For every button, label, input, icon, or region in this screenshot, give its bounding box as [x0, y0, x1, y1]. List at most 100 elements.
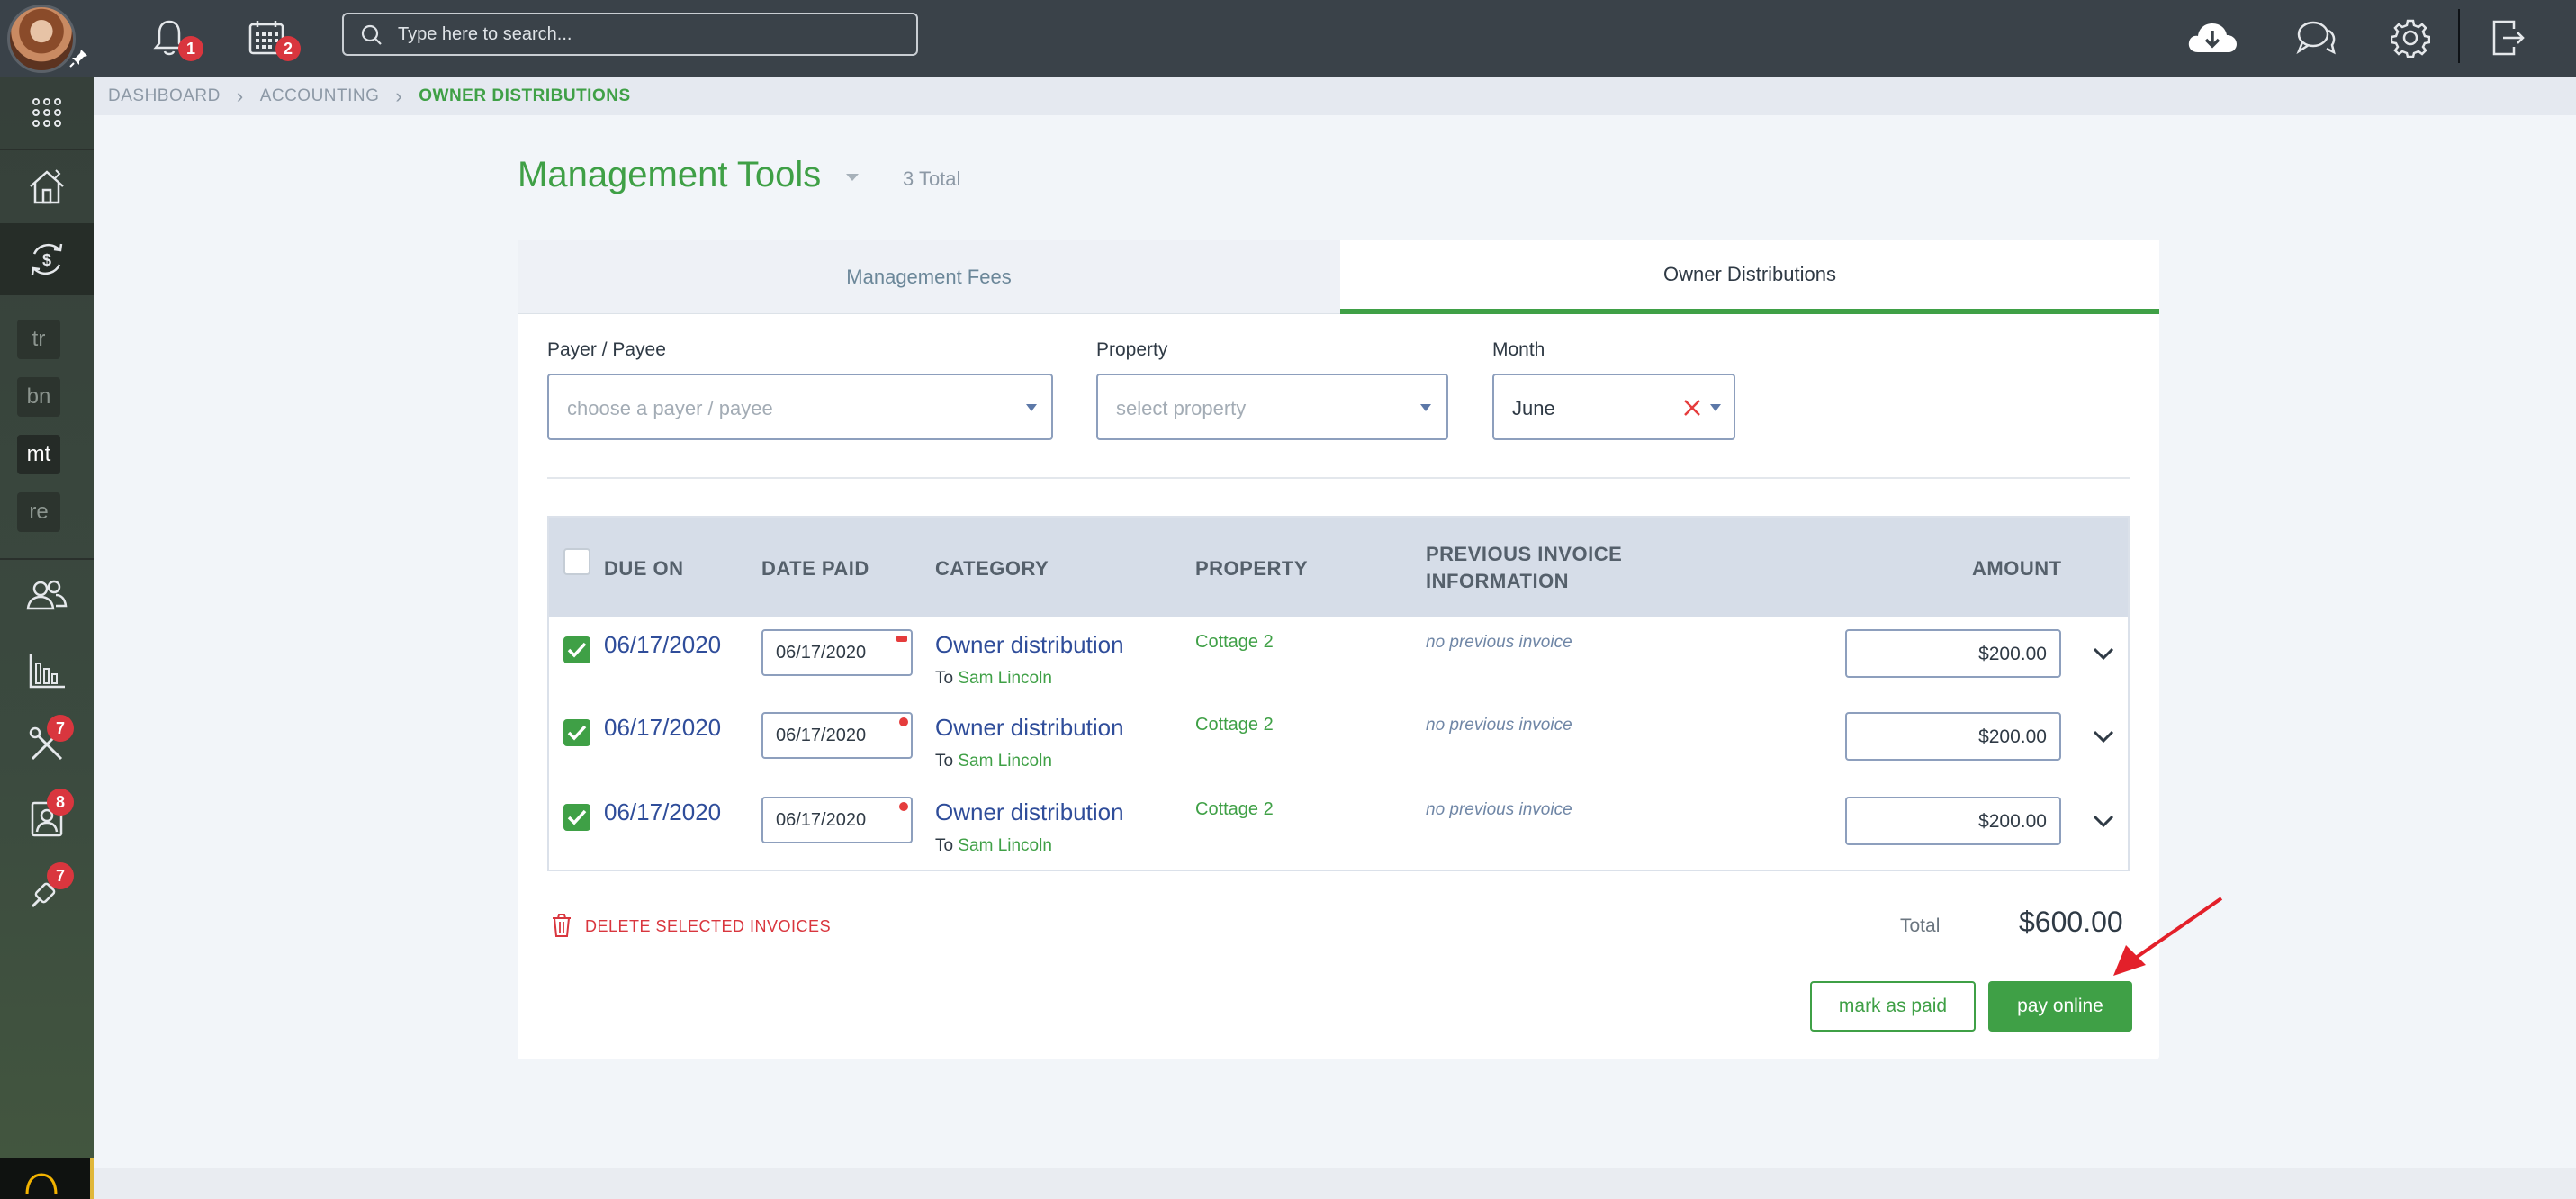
user-avatar[interactable] — [7, 5, 76, 73]
select-all-checkbox[interactable] — [563, 548, 590, 575]
maintenance-badge: 7 — [47, 715, 74, 742]
delete-selected-invoices-link[interactable]: DELETE SELECTED INVOICES — [585, 917, 831, 936]
date-paid-input[interactable]: 06/17/2020 — [761, 712, 913, 759]
search-box[interactable] — [342, 13, 918, 56]
checkmark-icon — [567, 725, 587, 741]
marketing-badge: 7 — [47, 862, 74, 889]
row-checkbox[interactable] — [563, 719, 590, 746]
due-on-link[interactable]: 06/17/2020 — [604, 798, 721, 826]
cloud-download-icon — [2188, 23, 2237, 52]
required-dot-icon — [896, 636, 907, 642]
sidebar-item-marketing[interactable] — [0, 856, 94, 928]
house-icon — [30, 169, 64, 204]
dollar-cycle-icon: $ — [31, 243, 63, 275]
search-icon — [361, 24, 382, 45]
sidebar-item-tr[interactable]: tr — [17, 320, 60, 359]
amount-input[interactable]: $200.00 — [1845, 629, 2061, 678]
date-paid-input[interactable]: 06/17/2020 — [761, 797, 913, 843]
header-property[interactable]: PROPERTY — [1195, 557, 1308, 581]
header-date-paid[interactable]: DATE PAID — [761, 557, 869, 581]
table-header: DUE ON DATE PAID CATEGORY PROPERTY PREVI… — [549, 518, 2128, 617]
payee-line: To Sam Lincoln — [935, 669, 1052, 689]
total-label: Total — [1900, 915, 1941, 936]
previous-invoice-info: no previous invoice — [1426, 800, 1572, 819]
title-dropdown-caret-icon[interactable] — [846, 174, 859, 181]
property-link[interactable]: Cottage 2 — [1195, 632, 1274, 653]
sidebar-item-bn[interactable]: bn — [17, 377, 60, 417]
property-link[interactable]: Cottage 2 — [1195, 799, 1274, 820]
payee-link[interactable]: Sam Lincoln — [958, 836, 1052, 855]
search-input[interactable] — [398, 20, 902, 49]
amount-input[interactable]: $200.00 — [1845, 712, 2061, 761]
messages-button[interactable] — [2289, 11, 2343, 65]
logout-button[interactable] — [2481, 11, 2535, 65]
breadcrumb-dashboard[interactable]: DASHBOARD — [108, 86, 221, 106]
bar-chart-icon — [29, 654, 65, 689]
header-amount[interactable]: AMOUNT — [1972, 557, 2062, 581]
category-link[interactable]: Owner distribution — [935, 631, 1124, 659]
chevron-down-icon[interactable] — [2092, 646, 2115, 661]
chevron-down-icon[interactable] — [2092, 729, 2115, 744]
sidebar-item-people[interactable] — [0, 560, 94, 632]
breadcrumb-accounting[interactable]: ACCOUNTING — [260, 86, 380, 106]
total-count: 3 Total — [903, 167, 961, 190]
category-link[interactable]: Owner distribution — [935, 714, 1124, 742]
header-category[interactable]: CATEGORY — [935, 557, 1049, 581]
page-title[interactable]: Management Tools — [518, 155, 821, 195]
row-checkbox[interactable] — [563, 636, 590, 663]
required-dot-icon — [899, 802, 908, 811]
tab-owner-distributions[interactable]: Owner Distributions — [1340, 240, 2159, 314]
category-link[interactable]: Owner distribution — [935, 798, 1124, 826]
notifications-button[interactable]: 1 — [142, 11, 203, 65]
clear-x-icon[interactable] — [1680, 395, 1705, 420]
sidebar-item-mt[interactable]: mt — [17, 435, 60, 474]
amount-input[interactable]: $200.00 — [1845, 797, 2061, 845]
property-link[interactable]: Cottage 2 — [1195, 715, 1274, 735]
mark-as-paid-button[interactable]: mark as paid — [1810, 981, 1976, 1032]
calendar-badge: 2 — [275, 36, 301, 61]
sidebar-item-accounting[interactable]: $ — [0, 223, 94, 295]
sidebar: $ tr bn mt re 7 8 7 — [0, 77, 94, 1199]
payee-link[interactable]: Sam Lincoln — [958, 752, 1052, 771]
tab-management-fees[interactable]: Management Fees — [518, 240, 1340, 314]
previous-invoice-info: no previous invoice — [1426, 633, 1572, 652]
sidebar-item-maintenance[interactable] — [0, 708, 94, 780]
payee-link[interactable]: Sam Lincoln — [958, 669, 1052, 688]
caret-down-icon — [1710, 404, 1721, 411]
due-on-link[interactable]: 06/17/2020 — [604, 631, 721, 659]
payer-select[interactable]: choose a payer / payee — [547, 374, 1053, 440]
month-select[interactable]: June — [1492, 374, 1735, 440]
header-due-on[interactable]: DUE ON — [604, 557, 684, 581]
headset-icon — [25, 1173, 58, 1195]
trash-icon[interactable] — [551, 913, 572, 938]
sidebar-item-reports[interactable] — [0, 635, 94, 707]
chevron-down-icon[interactable] — [2092, 814, 2115, 828]
payer-label: Payer / Payee — [547, 339, 666, 360]
support-button[interactable] — [0, 1158, 90, 1199]
to-prefix: To — [935, 836, 954, 855]
header-previous-invoice-line2: INFORMATION — [1426, 570, 1570, 592]
sidebar-item-apps[interactable] — [0, 77, 94, 149]
sidebar-item-contacts[interactable] — [0, 783, 94, 855]
property-placeholder: select property — [1116, 397, 1247, 419]
calendar-button[interactable]: 2 — [239, 11, 301, 65]
checkmark-icon — [567, 809, 587, 825]
topbar-divider — [2458, 9, 2460, 63]
gear-icon — [2391, 19, 2430, 58]
row-checkbox[interactable] — [563, 804, 590, 831]
settings-button[interactable] — [2383, 11, 2437, 65]
sidebar-item-properties[interactable] — [0, 150, 94, 222]
pin-icon — [69, 50, 87, 68]
property-select[interactable]: select property — [1096, 374, 1448, 440]
date-paid-input[interactable]: 06/17/2020 — [761, 629, 913, 676]
month-label: Month — [1492, 339, 1545, 360]
contacts-badge: 8 — [47, 789, 74, 816]
logout-icon — [2492, 20, 2525, 56]
pay-online-button[interactable]: pay online — [1988, 981, 2132, 1032]
download-button[interactable] — [2185, 11, 2239, 65]
caret-down-icon — [1026, 404, 1037, 411]
divider — [547, 477, 2130, 479]
due-on-link[interactable]: 06/17/2020 — [604, 714, 721, 742]
required-dot-icon — [899, 717, 908, 726]
sidebar-item-re[interactable]: re — [17, 492, 60, 532]
